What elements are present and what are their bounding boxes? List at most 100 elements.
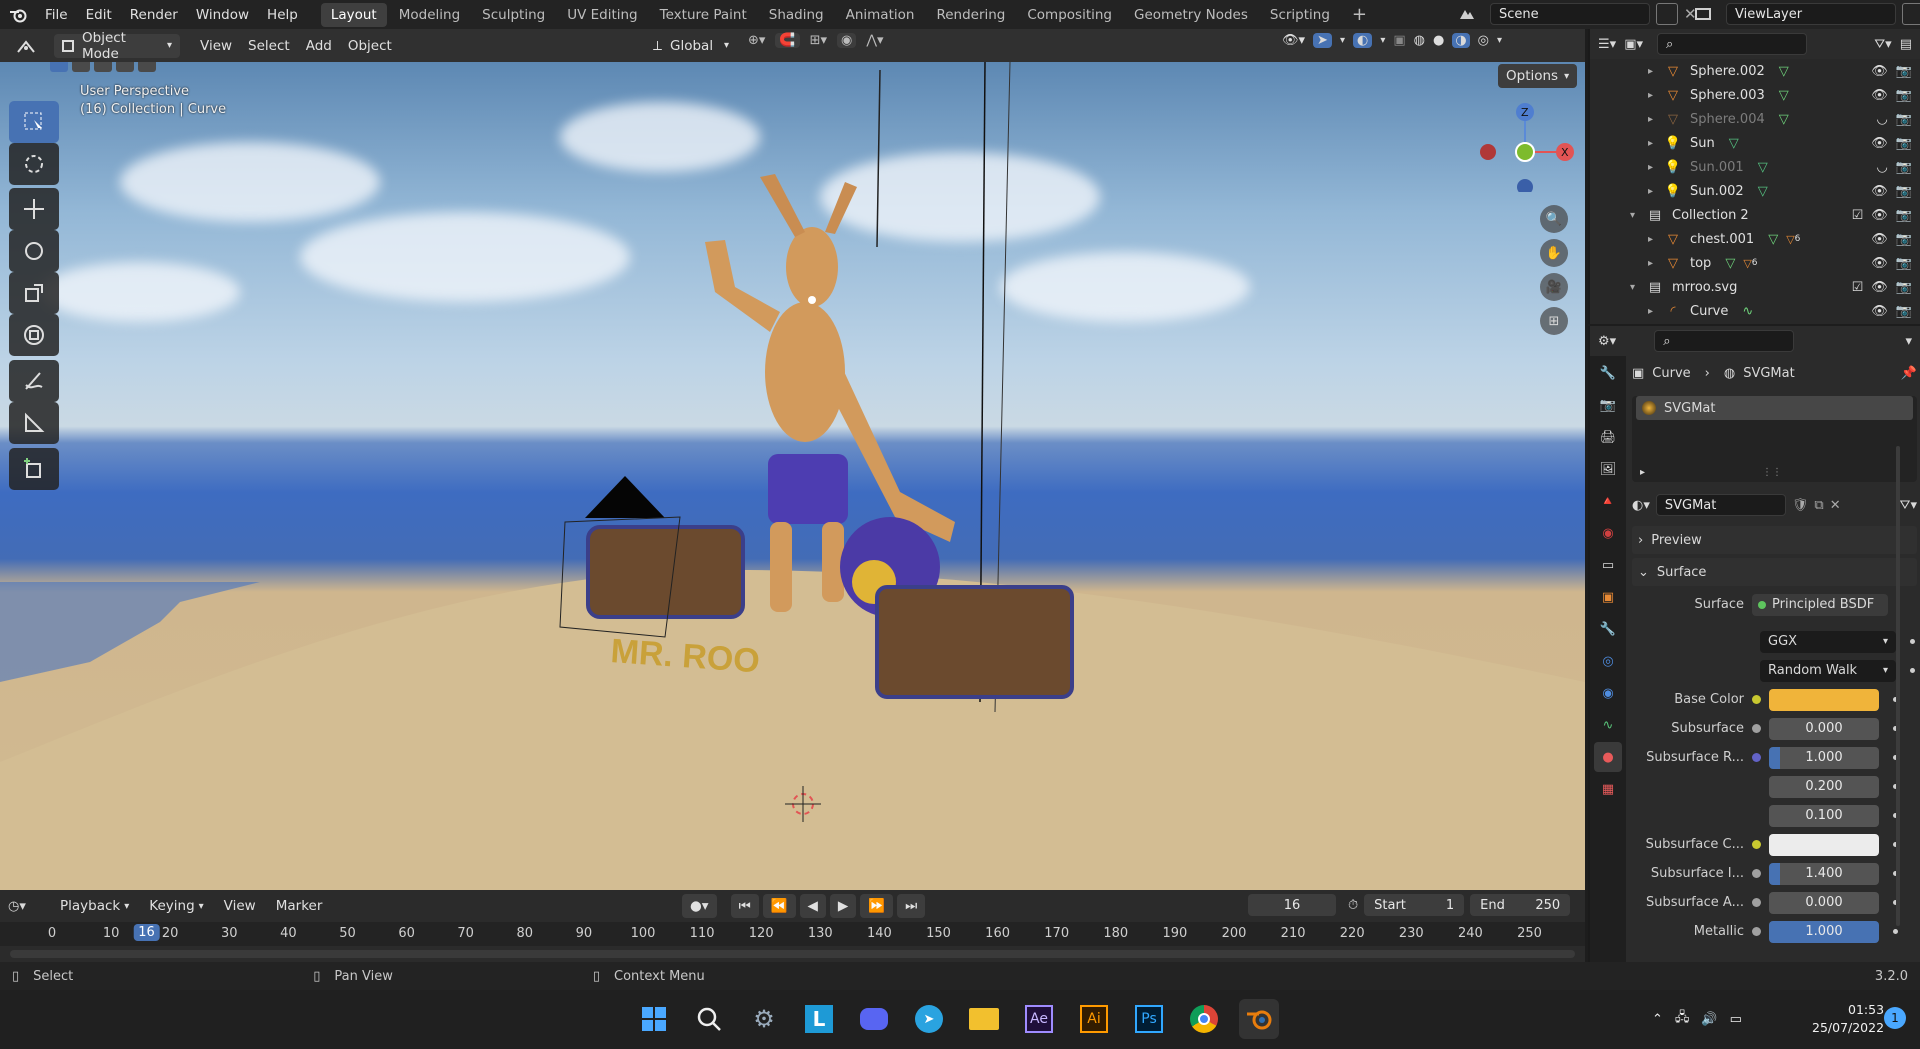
input-socket-icon[interactable] (1752, 724, 1761, 733)
timeline-editor-icon[interactable]: ◷▾ (8, 899, 48, 914)
color-swatch-field[interactable] (1769, 833, 1879, 856)
view-layer-tab-icon[interactable]: 🖼 (1594, 454, 1622, 484)
expand-icon[interactable]: ▸ (1648, 186, 1662, 197)
material-tab-icon[interactable]: ● (1594, 742, 1622, 772)
subsurface-method-dropdown[interactable]: Random Walk ▾ (1760, 659, 1896, 682)
material-filter-icon[interactable]: ⛛▾ (1900, 498, 1917, 513)
expand-icon[interactable]: ▸ (1640, 467, 1645, 478)
eye-icon[interactable]: 👁 (1871, 280, 1888, 295)
expand-icon[interactable]: ▸ (1648, 258, 1662, 269)
annotate-tool[interactable] (9, 360, 59, 402)
playhead-indicator[interactable]: 16 (133, 924, 160, 941)
input-socket-icon[interactable] (1752, 840, 1761, 849)
l-app-icon[interactable]: L (799, 999, 839, 1039)
playback-menu[interactable]: Playback ▾ (52, 894, 137, 918)
after-effects-icon[interactable]: Ae (1019, 999, 1059, 1039)
chrome-icon[interactable] (1184, 999, 1224, 1039)
number-field[interactable]: 1.400 (1769, 862, 1879, 885)
input-socket-icon[interactable] (1752, 811, 1761, 820)
select-box-tool[interactable] (9, 101, 59, 143)
new-scene-icon[interactable] (1656, 3, 1678, 25)
modifier-tab-icon[interactable]: 🔧 (1594, 614, 1622, 644)
tab-sculpting[interactable]: Sculpting (472, 3, 555, 27)
input-socket-icon[interactable] (1752, 869, 1761, 878)
tab-modeling[interactable]: Modeling (389, 3, 470, 27)
windows-start-icon[interactable] (634, 999, 674, 1039)
menu-file[interactable]: File (36, 7, 77, 23)
properties-editor-icon[interactable]: ⚙▾ (1598, 334, 1616, 349)
overlay-dropdown-icon[interactable]: ▾ (1380, 35, 1385, 46)
transform-orientation-dropdown[interactable]: ⟂ Global ▾ (645, 34, 737, 58)
view-layer-field[interactable]: ViewLayer (1726, 3, 1896, 25)
exclude-checkbox[interactable]: ☑ (1852, 280, 1864, 295)
3d-viewport[interactable]: MR. ROO User Perspective (16) Collection… (0, 62, 1585, 890)
outliner-editor-icon[interactable]: ☰▾ (1598, 37, 1616, 52)
outliner-row[interactable]: ▸ 💡 Sun.001 ▽ ◡ 📷 (1630, 155, 1920, 179)
scene-icon[interactable] (1450, 3, 1484, 25)
menu-add[interactable]: Add (298, 34, 340, 58)
snap-target-icon[interactable]: ⊞▾ (810, 33, 827, 48)
marker-menu[interactable]: Marker (268, 894, 331, 918)
camera-icon[interactable]: 📷 (1896, 280, 1912, 295)
gizmo-toggle-icon[interactable]: ➤ (1313, 33, 1332, 48)
select-intersect-icon[interactable] (138, 62, 156, 72)
exclude-checkbox[interactable]: ☑ (1852, 208, 1864, 223)
object-data-icon[interactable]: ▽ (1758, 160, 1768, 175)
menu-select[interactable]: Select (240, 34, 298, 58)
tool-tab-icon[interactable]: 🔧 (1594, 358, 1622, 388)
rendered-shading-icon[interactable]: ◎ (1478, 33, 1489, 48)
select-new-icon[interactable] (50, 62, 68, 72)
object-data-icon[interactable]: ▽ (1768, 232, 1778, 247)
camera-icon[interactable]: 📷 (1896, 208, 1912, 223)
animate-dot-icon[interactable] (1910, 639, 1915, 644)
unlink-material-icon[interactable]: ✕ (1830, 498, 1841, 513)
expand-icon[interactable]: ▸ (1648, 138, 1662, 149)
collapse-icon[interactable]: ▾ (1630, 282, 1644, 293)
material-name-field[interactable]: SVGMat (1655, 494, 1786, 516)
tab-layout[interactable]: Layout (320, 2, 387, 27)
eye-icon[interactable]: 👁 (1871, 304, 1888, 319)
notification-badge[interactable]: 1 (1884, 1007, 1906, 1029)
tab-rendering[interactable]: Rendering (926, 3, 1015, 27)
color-swatch-field[interactable] (1769, 688, 1879, 711)
eye-icon[interactable]: 👁 (1871, 184, 1888, 199)
timeline-scrollbar[interactable] (10, 950, 1575, 958)
number-field[interactable]: 0.100 (1769, 804, 1879, 827)
world-tab-icon[interactable]: ◉ (1594, 518, 1622, 548)
distribution-dropdown[interactable]: GGX ▾ (1760, 630, 1896, 653)
new-collection-icon[interactable]: ▤ (1900, 37, 1912, 52)
end-frame-field[interactable]: End 250 (1470, 894, 1571, 916)
start-frame-field[interactable]: Start 1 (1364, 894, 1465, 916)
breadcrumb-material[interactable]: SVGMat (1743, 366, 1795, 381)
menu-view[interactable]: View (192, 34, 240, 58)
xray-toggle-icon[interactable]: ▣ (1393, 33, 1405, 48)
zoom-icon[interactable]: 🔍 (1540, 205, 1568, 233)
move-tool[interactable] (9, 188, 59, 230)
expand-icon[interactable]: ▸ (1648, 114, 1662, 125)
input-socket-icon[interactable] (1752, 695, 1761, 704)
next-keyframe-icon[interactable]: ⏩ (860, 894, 894, 918)
photoshop-icon[interactable]: Ps (1129, 999, 1169, 1039)
illustrator-icon[interactable]: Ai (1074, 999, 1114, 1039)
object-data-icon[interactable]: ▽ (1729, 136, 1739, 151)
tab-geometry-nodes[interactable]: Geometry Nodes (1124, 3, 1258, 27)
drag-handle-icon[interactable]: ⋮⋮ (1762, 467, 1782, 478)
overlay-toggle-icon[interactable]: ◐ (1352, 33, 1373, 48)
number-field[interactable]: 1.000 (1769, 746, 1879, 769)
outliner-row[interactable]: ▸ ▽ Sphere.003 ▽ 👁 📷 (1630, 83, 1920, 107)
network-icon[interactable]: 🖧 (1675, 1008, 1690, 1030)
eye-icon[interactable]: ◡ (1876, 112, 1887, 127)
jump-end-icon[interactable]: ⏭ (897, 894, 926, 918)
eye-icon[interactable]: 👁 (1871, 232, 1888, 247)
browse-material-icon[interactable]: ◐▾ (1632, 498, 1650, 513)
frame-ruler[interactable]: 0 10 20 30 40 50 60 70 80 90 100 110 120 130 140 150 160… (0, 922, 1585, 946)
add-cube-tool[interactable] (9, 448, 59, 490)
camera-icon[interactable]: 📷 (1896, 64, 1912, 79)
eye-icon[interactable]: 👁 (1871, 208, 1888, 223)
clock[interactable]: 01:53 25/07/2022 (1812, 1002, 1884, 1035)
camera-icon[interactable]: 📷 (1896, 232, 1912, 247)
tab-compositing[interactable]: Compositing (1017, 3, 1122, 27)
editor-type-icon[interactable] (8, 34, 46, 58)
object-data-icon[interactable]: ∿ (1742, 304, 1753, 319)
new-view-layer-icon[interactable] (1902, 3, 1920, 25)
